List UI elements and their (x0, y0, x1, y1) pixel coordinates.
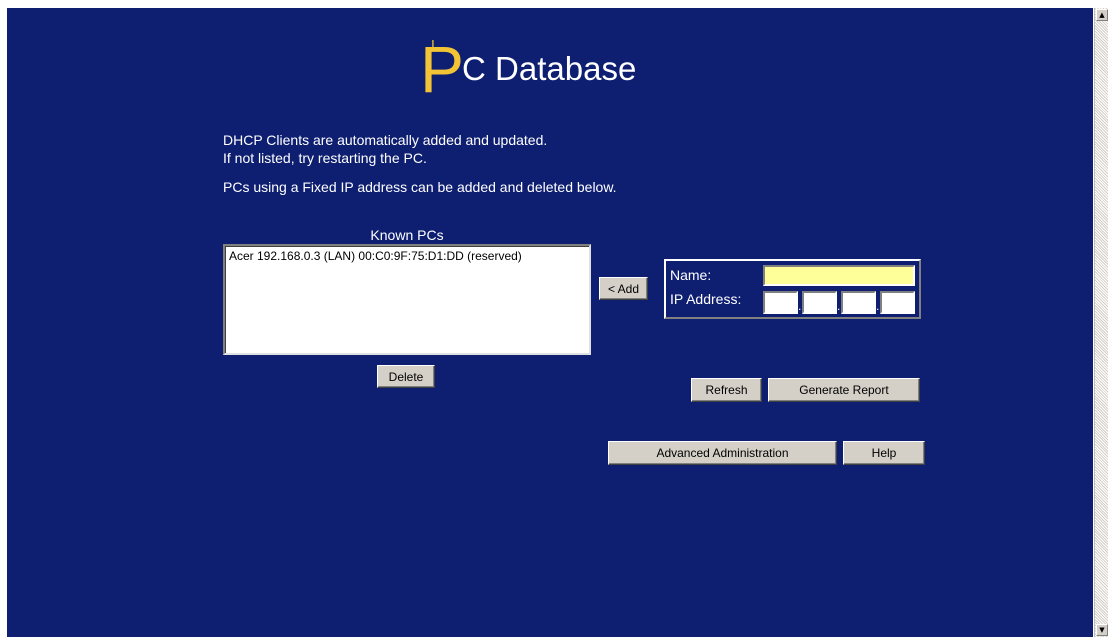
description-line-2: If not listed, try restarting the PC. (223, 150, 427, 166)
delete-button[interactable]: Delete (377, 365, 435, 388)
description-line-1: DHCP Clients are automatically added and… (223, 132, 548, 148)
name-input[interactable] (763, 265, 915, 286)
page-title: PC Database (420, 36, 636, 106)
known-pcs-label: Known PCs (370, 227, 444, 243)
vertical-scrollbar[interactable]: ▲ ▼ (1094, 8, 1108, 637)
ip-octet-1-input[interactable] (763, 291, 798, 314)
refresh-button[interactable]: Refresh (691, 378, 762, 402)
ip-octet-3-input[interactable] (841, 291, 876, 314)
list-item[interactable]: Acer 192.168.0.3 (LAN) 00:C0:9F:75:D1:DD… (229, 249, 585, 263)
title-first-letter: P (420, 32, 465, 106)
advanced-administration-button[interactable]: Advanced Administration (608, 441, 837, 465)
generate-report-button[interactable]: Generate Report (768, 378, 920, 402)
scroll-up-icon[interactable]: ▲ (1096, 9, 1108, 21)
title-rest: C Database (462, 50, 637, 87)
add-pc-form: Name: IP Address: . . . (664, 259, 921, 319)
pc-database-page: PC Database I DHCP Clients are automatic… (7, 8, 1093, 637)
scroll-down-icon[interactable]: ▼ (1096, 624, 1108, 636)
description-line-3: PCs using a Fixed IP address can be adde… (223, 179, 617, 195)
help-button[interactable]: Help (843, 441, 925, 465)
add-button[interactable]: < Add (599, 277, 648, 300)
ip-octet-4-input[interactable] (880, 291, 915, 314)
known-pcs-list[interactable]: Acer 192.168.0.3 (LAN) 00:C0:9F:75:D1:DD… (223, 244, 591, 355)
ip-separator: . (837, 299, 841, 313)
ip-address-label: IP Address: (670, 291, 742, 307)
text-cursor-icon: I (431, 39, 435, 54)
browser-page: PC Database I DHCP Clients are automatic… (0, 0, 1108, 637)
ip-separator: . (798, 299, 802, 313)
name-label: Name: (670, 267, 712, 283)
ip-octet-2-input[interactable] (802, 291, 837, 314)
ip-separator: . (876, 299, 880, 313)
